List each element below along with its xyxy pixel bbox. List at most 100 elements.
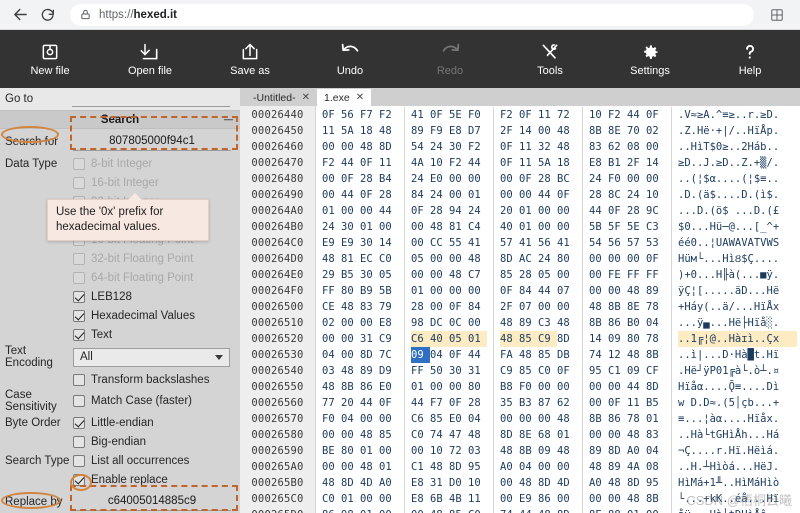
hex-byte[interactable]: 00 [449,283,468,299]
hex-group-3[interactable]: 10 F2 44 0F 8B 8E 70 02 83 62 08 00 E8 B1 2F 14 24 F0 00 00… [583,107,672,513]
hex-byte[interactable]: 02 [322,315,341,331]
hex-byte[interactable]: F9 [430,123,449,139]
hex-byte[interactable]: 48 [430,459,449,475]
hex-byte[interactable]: 72 [557,107,576,123]
hex-byte[interactable]: 28 [430,203,449,219]
hex-byte[interactable]: 28 [411,299,430,315]
hex-byte[interactable]: 24 [538,251,557,267]
hex-byte[interactable]: C1 [411,459,430,475]
hex-byte[interactable]: 00 [468,315,487,331]
hex-byte[interactable]: E9 [519,491,538,507]
hex-byte[interactable]: DC [430,315,449,331]
hex-byte[interactable]: 04 [468,411,487,427]
hex-byte[interactable]: 84 [519,283,538,299]
hex-byte[interactable]: 89 [360,363,379,379]
hex-byte[interactable]: F7 [430,395,449,411]
hex-byte[interactable]: 5B [589,219,608,235]
hex-byte[interactable]: 74 [500,507,519,513]
hex-byte[interactable]: 00 [449,379,468,395]
hex-byte[interactable]: 00 [411,443,430,459]
hex-byte[interactable]: 00 [557,491,576,507]
hex-byte[interactable]: F2 [449,155,468,171]
hex-byte[interactable]: 48 [608,475,627,491]
hex-byte[interactable]: 85 [430,411,449,427]
hex-byte[interactable]: 00 [341,347,360,363]
hex-byte[interactable]: 86 [360,379,379,395]
hex-byte[interactable]: 41 [468,235,487,251]
toolbar-button-settings[interactable]: Settings [600,30,700,88]
hex-byte[interactable]: 44 [411,395,430,411]
hex-byte[interactable]: 44 [379,203,398,219]
hex-byte[interactable]: 00 [589,283,608,299]
hex-byte[interactable]: 0F [500,139,519,155]
hex-byte[interactable]: 79 [379,299,398,315]
hex-byte[interactable]: 86 [538,491,557,507]
hex-byte[interactable]: 44 [627,379,646,395]
hex-byte[interactable]: 00 [538,379,557,395]
hex-byte[interactable]: 8B [589,315,608,331]
hex-byte[interactable]: E0 [430,171,449,187]
hex-byte[interactable]: 14 [379,235,398,251]
hex-byte[interactable]: 0F [500,155,519,171]
hex-byte[interactable]: 8D [557,331,576,347]
hex-byte[interactable]: 01 [341,491,360,507]
hex-byte[interactable]: 88 [608,507,627,513]
hex-byte[interactable]: 81 [449,219,468,235]
hex-byte[interactable]: 8D [608,443,627,459]
hex-byte[interactable]: 68 [538,427,557,443]
hex-byte[interactable]: 01 [519,203,538,219]
hex-byte[interactable]: 62 [557,395,576,411]
hex-byte[interactable]: B9 [360,283,379,299]
hex-byte[interactable]: 00 [608,491,627,507]
hex-byte[interactable]: 56 [608,235,627,251]
checkbox-32bit-float[interactable] [73,252,85,265]
hex-byte[interactable]: 00 [379,491,398,507]
hex-byte[interactable]: 11 [379,155,398,171]
checkbox-little-endian[interactable] [73,416,85,429]
hex-byte[interactable]: 28 [360,171,379,187]
ascii-line[interactable]: ..ì|...D·Hà█t.Hï [678,347,797,363]
hex-byte[interactable]: 00 [411,219,430,235]
hex-byte[interactable]: CC [430,235,449,251]
hex-byte[interactable]: 89 [646,283,665,299]
hex-byte[interactable]: 83 [360,299,379,315]
hex-byte[interactable]: 00 [411,267,430,283]
hex-byte[interactable]: 4D [557,475,576,491]
hex-byte[interactable]: 00 [646,171,665,187]
ascii-line[interactable]: .Z.Hë·+|/..HïÅp. [678,123,797,139]
hex-byte[interactable]: 85 [500,267,519,283]
hex-byte[interactable]: 20 [341,395,360,411]
hex-byte[interactable]: 07 [557,283,576,299]
hex-byte[interactable]: 05 [379,267,398,283]
hex-byte[interactable]: 81 [341,251,360,267]
hex-byte[interactable]: 41 [557,235,576,251]
hex-byte[interactable]: 05 [411,251,430,267]
hex-byte[interactable]: 01 [360,219,379,235]
hex-byte[interactable]: 0F [379,395,398,411]
checkbox-16bit-integer[interactable] [73,176,85,189]
hex-byte[interactable]: 00 [500,475,519,491]
hex-byte[interactable]: 54 [589,235,608,251]
hex-byte[interactable]: 01 [646,411,665,427]
hex-byte[interactable]: 00 [557,459,576,475]
hex-byte[interactable]: 8E [519,427,538,443]
ascii-line[interactable]: .V≈≥A.^≡≥..r.≥D. [678,107,797,123]
ascii-line[interactable]: ..1╔¦@..Hàɪì..Çx [678,331,797,347]
hex-byte[interactable]: 48 [557,411,576,427]
hex-byte[interactable]: 48 [468,251,487,267]
hex-byte[interactable]: 09 [538,443,557,459]
hex-byte[interactable]: 00 [341,459,360,475]
hex-byte[interactable]: C6 [411,411,430,427]
hex-byte[interactable]: 48 [430,507,449,513]
hex-byte[interactable]: 0C [449,315,468,331]
hex-byte[interactable]: 48 [449,267,468,283]
hex-byte[interactable]: 08 [646,459,665,475]
hex-byte[interactable]: 00 [322,331,341,347]
hex-byte[interactable]: 78 [646,331,665,347]
hex-byte[interactable]: 10 [589,107,608,123]
hex-byte[interactable]: 8B [519,443,538,459]
hex-byte[interactable]: 48 [557,123,576,139]
hex-byte[interactable]: 00 [589,491,608,507]
ascii-line[interactable]: ¬Ç....r.Hï.Hëìá. [678,443,797,459]
ascii-line[interactable]: .Hë┘ÿP01╔à└.ò┴.¤ [678,363,797,379]
